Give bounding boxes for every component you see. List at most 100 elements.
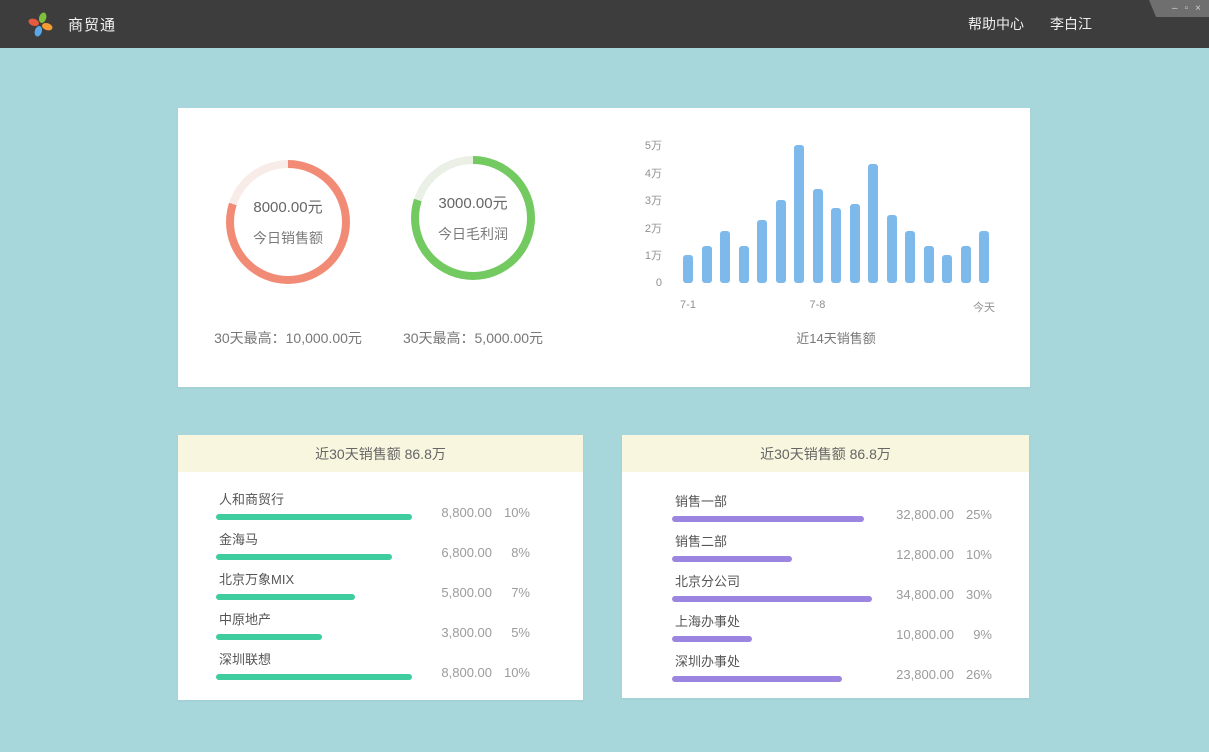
overview-card: 8000.00元 今日销售额 30天最高：10,000.00元 3000.00元…: [178, 108, 1030, 387]
customer-progress-bar: [216, 634, 322, 640]
sales-chart-y-axis: 5万4万3万2万1万0: [626, 145, 662, 283]
department-name: 上海办事处: [675, 614, 872, 629]
chart-bar: [757, 220, 767, 283]
current-user-link[interactable]: 李白江: [1050, 14, 1092, 34]
customer-bar-group: 金海马: [216, 532, 412, 560]
department-percent: 25%: [954, 507, 992, 522]
department-name: 北京分公司: [675, 574, 872, 589]
customer-bar-group: 北京万象MIX: [216, 572, 412, 600]
department-percent: 30%: [954, 587, 992, 602]
customer-name: 北京万象MIX: [219, 572, 412, 587]
department-name: 销售二部: [675, 534, 872, 549]
department-name: 深圳办事处: [675, 654, 872, 669]
chart-bar: [702, 246, 712, 283]
departments-ranking-card: 近30天销售额 86.8万 销售一部 32,800.00 25% 销售二部: [622, 435, 1029, 698]
customer-percent: 5%: [492, 625, 530, 640]
customer-bar-group: 深圳联想: [216, 652, 412, 680]
department-row[interactable]: 北京分公司 34,800.00 30%: [672, 574, 992, 602]
close-icon[interactable]: ×: [1195, 4, 1201, 14]
customer-amount: 5,800.00: [412, 585, 492, 600]
chart-bar: [887, 215, 897, 283]
maximize-icon[interactable]: ▫: [1185, 4, 1189, 14]
today-profit-donut: 3000.00元 今日毛利润: [411, 156, 535, 280]
customer-progress-bar: [216, 674, 412, 680]
sales-chart-x-axis: 7-17-8今天: [683, 299, 989, 313]
customer-row[interactable]: 人和商贸行 8,800.00 10%: [216, 492, 530, 520]
department-values: 34,800.00 30%: [874, 587, 992, 602]
chart-bar: [905, 231, 915, 283]
chart-bar: [776, 200, 786, 283]
customer-name: 深圳联想: [219, 652, 412, 667]
customer-amount: 3,800.00: [412, 625, 492, 640]
customer-row[interactable]: 深圳联想 8,800.00 10%: [216, 652, 530, 680]
customers-ranking-card: 近30天销售额 86.8万 人和商贸行 8,800.00 10% 金海马: [178, 435, 583, 700]
customer-values: 6,800.00 8%: [412, 545, 530, 560]
department-row[interactable]: 上海办事处 10,800.00 9%: [672, 614, 992, 642]
department-values: 32,800.00 25%: [874, 507, 992, 522]
chart-bar: [850, 204, 860, 283]
today-profit-label: 今日毛利润: [438, 224, 508, 244]
x-axis-tick: 7-8: [810, 299, 826, 311]
chart-bar: [739, 246, 749, 283]
department-row[interactable]: 销售一部 32,800.00 25%: [672, 494, 992, 522]
chart-bar: [831, 208, 841, 283]
y-axis-tick: 5万: [645, 137, 662, 153]
titlebar: 商贸通 帮助中心 李白江 – ▫ ×: [0, 0, 1209, 48]
app-title: 商贸通: [68, 14, 116, 35]
customer-values: 8,800.00 10%: [412, 505, 530, 520]
customer-percent: 10%: [492, 665, 530, 680]
profit-30day-max: 30天最高：5,000.00元: [363, 328, 583, 348]
department-values: 10,800.00 9%: [874, 627, 992, 642]
today-sales-donut: 8000.00元 今日销售额: [226, 160, 350, 284]
minimize-icon[interactable]: –: [1172, 4, 1178, 14]
chart-bar: [961, 246, 971, 283]
customer-values: 5,800.00 7%: [412, 585, 530, 600]
app-logo-pinwheel-icon: [26, 10, 54, 38]
customer-amount: 8,800.00: [412, 665, 492, 680]
department-percent: 26%: [954, 667, 992, 682]
window-controls: – ▫ ×: [1149, 0, 1209, 17]
department-progress-bar: [672, 556, 792, 562]
today-sales-value: 8000.00元: [253, 196, 322, 217]
customer-name: 金海马: [219, 532, 412, 547]
customer-percent: 8%: [492, 545, 530, 560]
today-sales-label: 今日销售额: [253, 228, 323, 248]
department-bar-group: 销售一部: [672, 494, 872, 522]
department-amount: 23,800.00: [874, 667, 954, 682]
department-bar-group: 深圳办事处: [672, 654, 872, 682]
department-amount: 32,800.00: [874, 507, 954, 522]
department-values: 12,800.00 10%: [874, 547, 992, 562]
department-amount: 34,800.00: [874, 587, 954, 602]
customer-row[interactable]: 金海马 6,800.00 8%: [216, 532, 530, 560]
customer-name: 中原地产: [219, 612, 412, 627]
department-percent: 10%: [954, 547, 992, 562]
customer-progress-bar: [216, 554, 392, 560]
customers-rank-list: 人和商贸行 8,800.00 10% 金海马 6,800.00 8%: [178, 472, 583, 680]
chart-bar: [942, 255, 952, 283]
department-progress-bar: [672, 636, 752, 642]
customer-amount: 8,800.00: [412, 505, 492, 520]
department-progress-bar: [672, 596, 872, 602]
customer-row[interactable]: 中原地产 3,800.00 5%: [216, 612, 530, 640]
customer-values: 3,800.00 5%: [412, 625, 530, 640]
y-axis-tick: 2万: [645, 220, 662, 236]
department-bar-group: 销售二部: [672, 534, 872, 562]
department-name: 销售一部: [675, 494, 872, 509]
department-progress-bar: [672, 516, 864, 522]
y-axis-tick: 1万: [645, 247, 662, 263]
customer-bar-group: 中原地产: [216, 612, 412, 640]
help-center-link[interactable]: 帮助中心: [968, 14, 1024, 34]
chart-bar: [868, 164, 878, 283]
customer-row[interactable]: 北京万象MIX 5,800.00 7%: [216, 572, 530, 600]
department-row[interactable]: 销售二部 12,800.00 10%: [672, 534, 992, 562]
department-amount: 10,800.00: [874, 627, 954, 642]
department-row[interactable]: 深圳办事处 23,800.00 26%: [672, 654, 992, 682]
y-axis-tick: 3万: [645, 192, 662, 208]
chart-bar: [683, 255, 693, 283]
customer-name: 人和商贸行: [219, 492, 412, 507]
customer-percent: 7%: [492, 585, 530, 600]
department-progress-bar: [672, 676, 842, 682]
y-axis-tick: 0: [656, 277, 662, 289]
department-amount: 12,800.00: [874, 547, 954, 562]
titlebar-nav: 帮助中心 李白江: [968, 0, 1092, 48]
